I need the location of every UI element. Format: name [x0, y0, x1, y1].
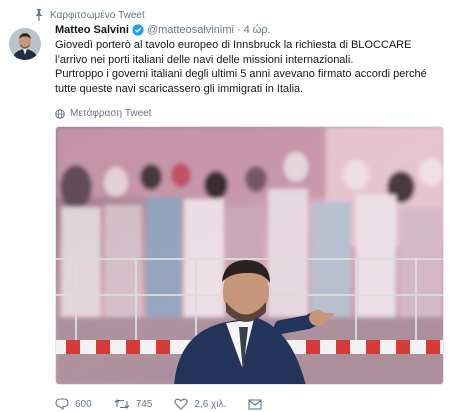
envelope-icon — [248, 398, 262, 410]
tweet-photo[interactable] — [55, 126, 444, 385]
tweet-header: Matteo Salvini @matteosalvinimi · 4 ώρ. — [55, 24, 271, 36]
author-name[interactable]: Matteo Salvini — [55, 24, 129, 36]
reply-count: 600 — [75, 398, 92, 410]
photo-image — [56, 127, 443, 384]
translate-label: Μετάφραση Tweet — [70, 108, 152, 119]
avatar[interactable] — [9, 28, 41, 60]
tweet-text: Giovedì porterò al tavolo europeo di Inn… — [55, 38, 443, 96]
tweet-paragraph: Purtroppo i governi italiani degli ultim… — [55, 68, 427, 95]
retweet-count: 745 — [135, 398, 153, 410]
reply-icon — [55, 398, 69, 410]
tweet-paragraph: Giovedì porterò al tavolo europeo di Inn… — [55, 39, 412, 66]
separator-dot: · — [236, 24, 241, 36]
direct-message-button[interactable] — [248, 398, 268, 410]
author-handle[interactable]: @matteosalvinimi — [147, 24, 234, 36]
retweet-icon — [114, 399, 130, 409]
avatar-image — [9, 28, 41, 60]
translate-tweet-link[interactable]: Μετάφραση Tweet — [55, 108, 152, 119]
pinned-label: Καρφιτσωμένο Tweet — [50, 9, 145, 21]
like-button[interactable]: 2,6 χιλ. — [174, 398, 226, 410]
pin-icon — [35, 9, 43, 21]
globe-icon — [55, 108, 65, 119]
like-count: 2,6 χιλ. — [194, 398, 227, 410]
tweet-card[interactable]: Καρφιτσωμένο Tweet Matteo Salvini @matte… — [0, 0, 449, 412]
tweet-actions: 600 745 2,6 χιλ. — [55, 398, 290, 410]
retweet-button[interactable]: 745 — [114, 398, 153, 410]
verified-badge-icon — [132, 24, 144, 36]
heart-icon — [174, 398, 188, 410]
reply-button[interactable]: 600 — [55, 398, 92, 410]
tweet-timestamp[interactable]: 4 ώρ. — [244, 24, 271, 36]
pinned-indicator: Καρφιτσωμένο Tweet — [34, 9, 145, 21]
